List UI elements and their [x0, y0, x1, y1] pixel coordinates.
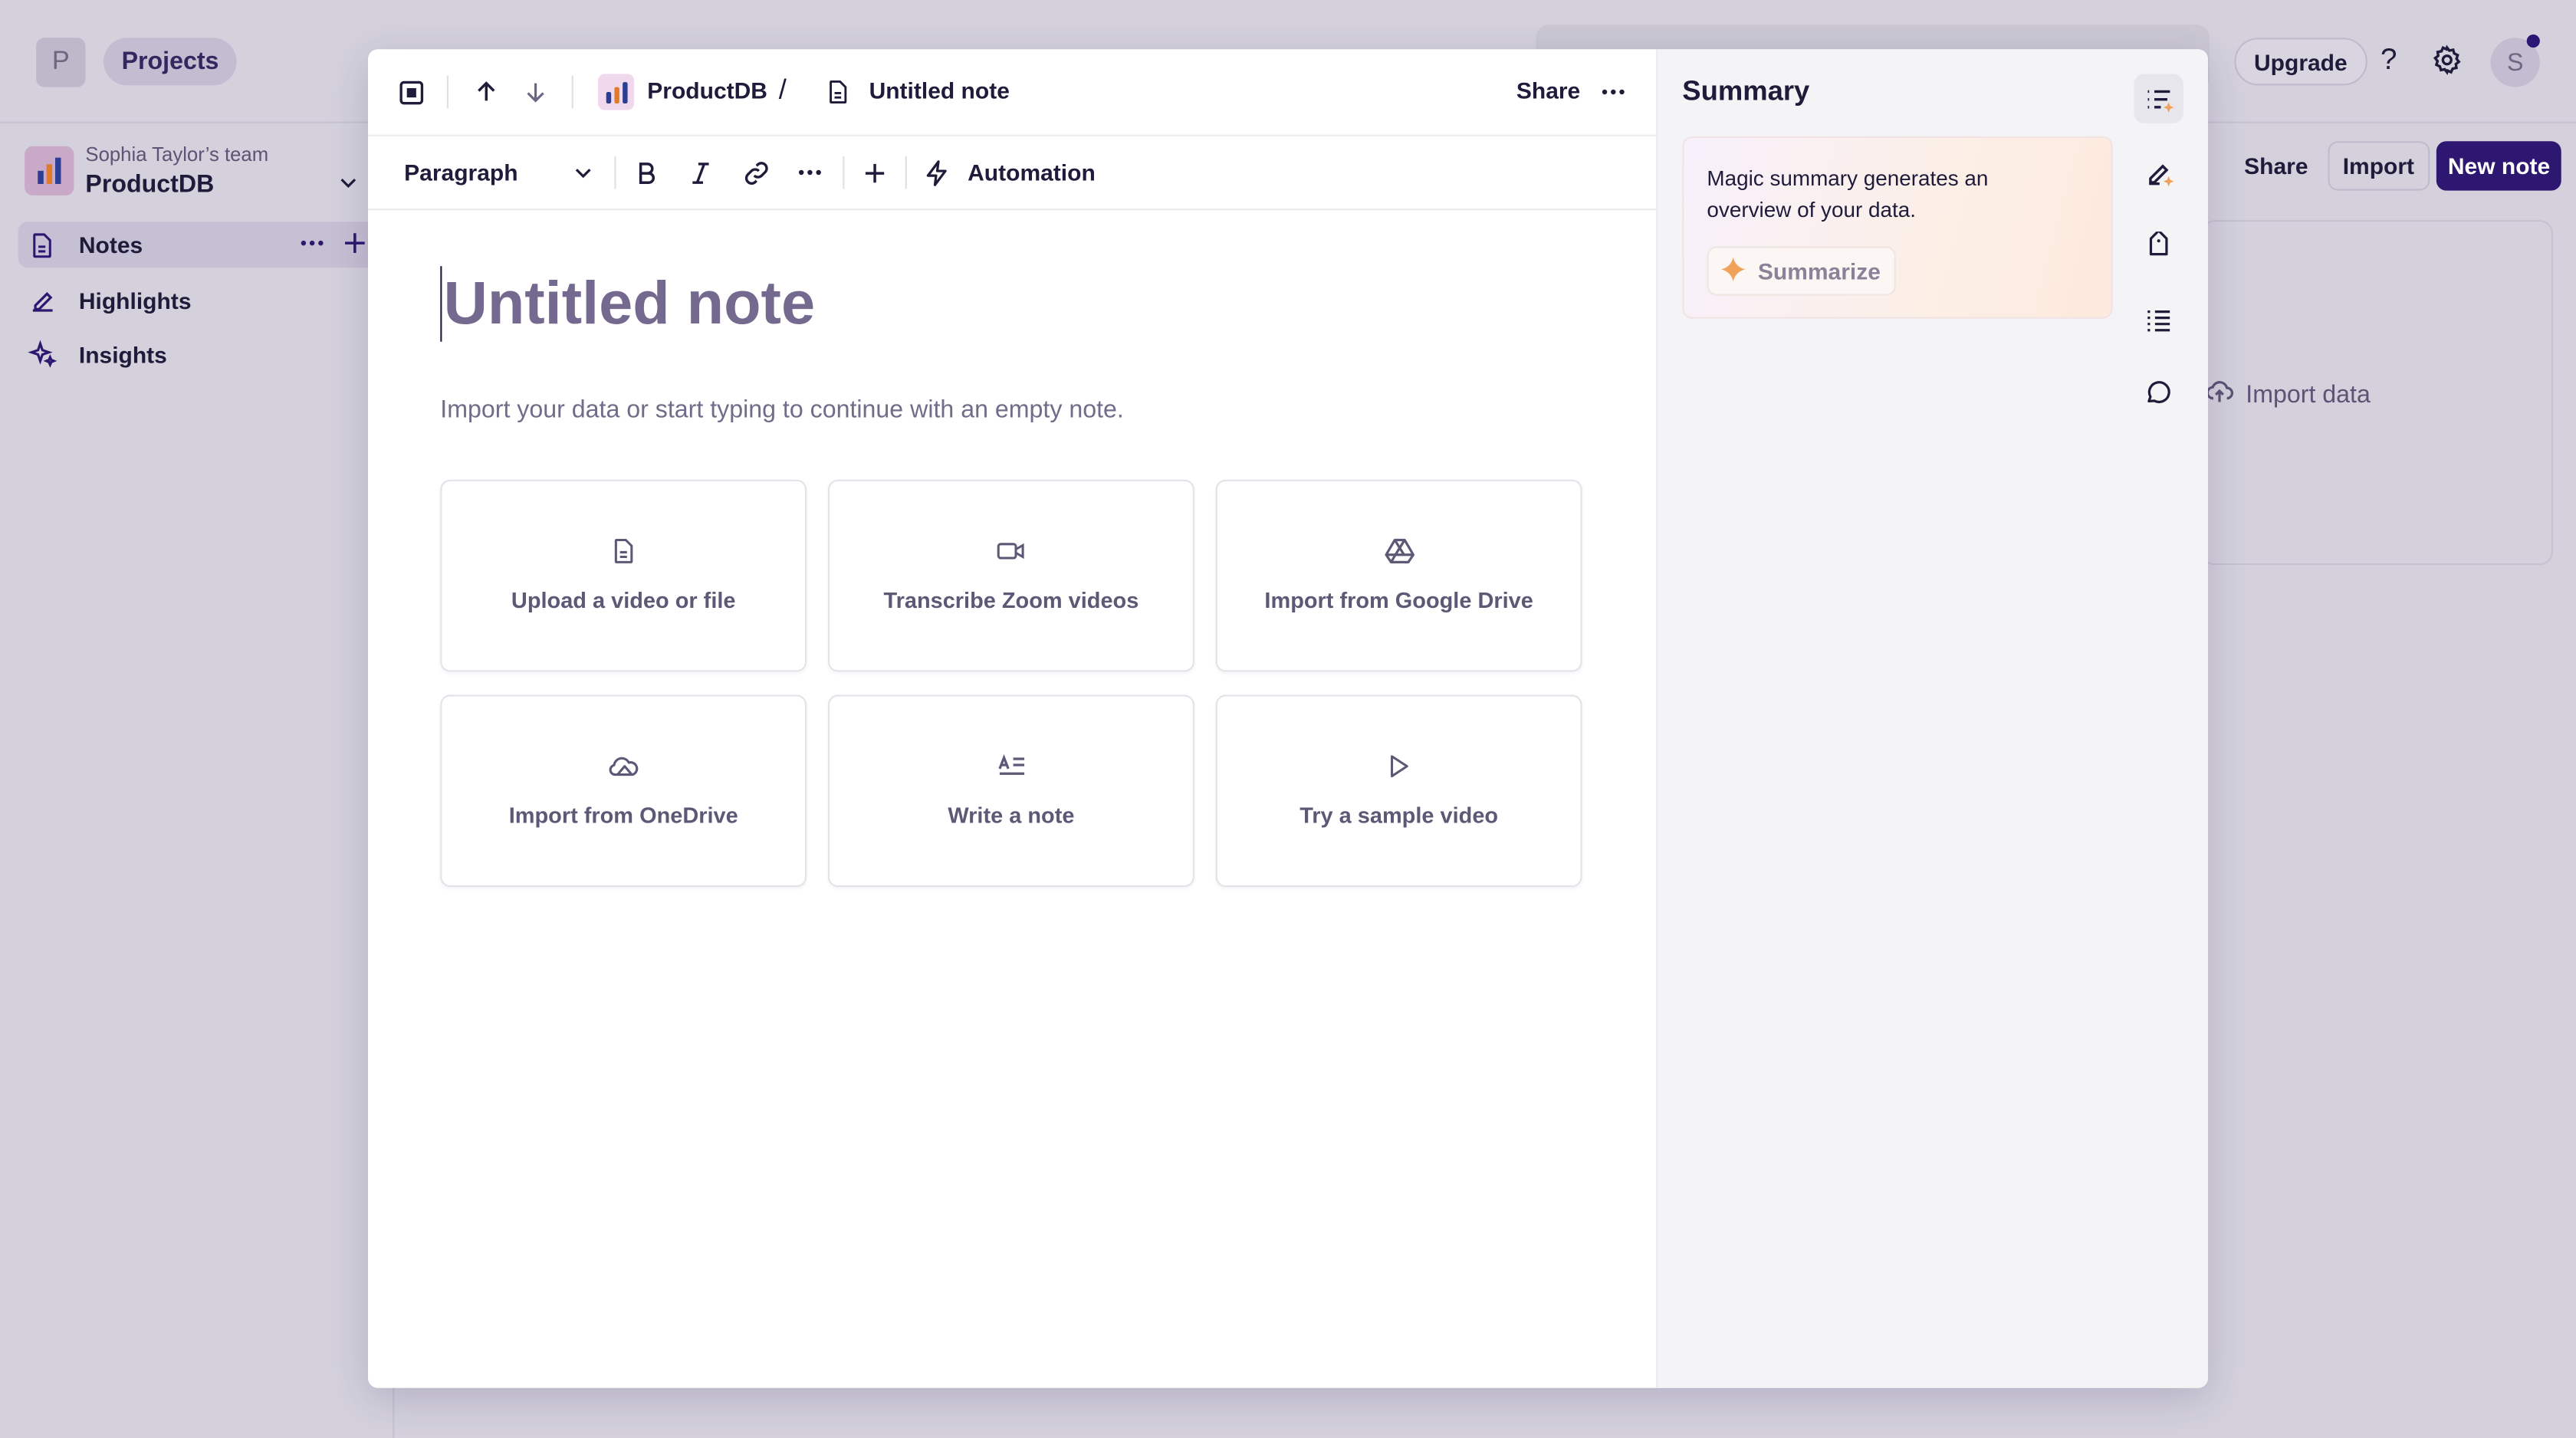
project-logo [25, 146, 74, 195]
magic-summary-card: Magic summary generates an overview of y… [1682, 136, 2113, 319]
option-google-drive[interactable]: Import from Google Drive [1215, 479, 1582, 672]
divider [843, 156, 845, 189]
divider [905, 156, 907, 189]
option-label: Transcribe Zoom videos [883, 588, 1139, 613]
option-label: Write a note [948, 803, 1075, 828]
highlighter-icon [28, 286, 71, 316]
video-camera-icon [830, 537, 1193, 565]
comment-icon[interactable] [2134, 368, 2183, 417]
file-icon [442, 537, 805, 565]
import-button[interactable]: Import [2328, 141, 2430, 191]
project-logo-icon [598, 74, 635, 110]
option-label: Upload a video or file [511, 588, 736, 613]
sidebar-item-notes[interactable]: Notes [18, 222, 395, 268]
option-zoom[interactable]: Transcribe Zoom videos [828, 479, 1194, 672]
note-editor: ProductDB / Untitled note Share Paragrap… [368, 49, 1656, 1387]
arrow-down-icon[interactable] [519, 76, 552, 109]
text-format-icon [830, 752, 1193, 780]
arrow-up-icon[interactable] [470, 76, 503, 109]
help-icon[interactable]: ? [2380, 43, 2397, 77]
summary-list-icon[interactable] [2134, 74, 2183, 123]
import-data-label: Import data [2246, 380, 2371, 409]
breadcrumb-project[interactable]: ProductDB [647, 77, 767, 103]
summary-description: Magic summary generates an overview of y… [1707, 166, 1989, 222]
lightning-icon[interactable] [920, 156, 953, 189]
summary-title: Summary [1682, 75, 1810, 107]
sidebar-item-label: Highlights [78, 287, 192, 314]
sparkle-icon [28, 340, 71, 370]
option-onedrive[interactable]: Import from OneDrive [440, 694, 807, 888]
sidebar-item-label: Insights [78, 341, 167, 368]
chevron-down-icon[interactable] [337, 171, 360, 202]
workspace-avatar[interactable]: P [36, 38, 86, 87]
note-title-input[interactable]: Untitled note [440, 266, 815, 342]
onedrive-icon [442, 752, 805, 780]
option-write-note[interactable]: Write a note [828, 694, 1194, 888]
option-upload-file[interactable]: Upload a video or file [440, 479, 807, 672]
italic-icon[interactable] [683, 156, 716, 189]
new-note-button[interactable]: New note [2436, 141, 2562, 191]
more-formatting-icon[interactable] [794, 156, 826, 189]
breadcrumb-note[interactable]: Untitled note [869, 77, 1010, 103]
divider [571, 75, 573, 109]
note-icon [28, 231, 71, 258]
magic-highlight-icon[interactable] [2134, 148, 2183, 197]
insert-plus-icon[interactable] [858, 156, 891, 189]
team-name: Sophia Taylor’s team [85, 143, 269, 166]
bold-icon[interactable] [629, 156, 662, 189]
note-icon [823, 77, 853, 107]
link-icon[interactable] [739, 156, 772, 189]
block-type-select[interactable]: Paragraph [404, 159, 518, 185]
tag-icon[interactable] [2134, 222, 2183, 271]
note-modal: ProductDB / Untitled note Share Paragrap… [368, 49, 2208, 1388]
sidebar-item-label: Notes [78, 231, 143, 258]
divider [614, 156, 616, 189]
settings-gear-icon[interactable] [2431, 44, 2463, 84]
summarize-label: Summarize [1757, 258, 1881, 284]
breadcrumb-separator: / [778, 74, 787, 106]
sparkle-icon [1718, 254, 1748, 288]
share-button[interactable]: Share [1516, 77, 1580, 103]
table-of-contents-icon[interactable] [2134, 296, 2183, 345]
summarize-button[interactable]: Summarize [1707, 246, 1896, 296]
divider [446, 75, 449, 109]
option-label: Import from OneDrive [508, 803, 738, 828]
option-label: Import from Google Drive [1264, 588, 1533, 613]
notification-dot [2526, 34, 2540, 48]
automation-button[interactable]: Automation [968, 159, 1096, 185]
more-options-icon[interactable] [1597, 76, 1630, 109]
summary-panel: Summary Magic summary generates an overv… [1656, 49, 2208, 1388]
sidebar-item-highlights[interactable]: Highlights [18, 277, 395, 323]
google-drive-icon [1217, 537, 1581, 565]
option-label: Try a sample video [1300, 803, 1499, 828]
modal-header [368, 49, 1656, 136]
option-sample-video[interactable]: Try a sample video [1215, 694, 1582, 888]
note-hint: Import your data or start typing to cont… [440, 396, 1124, 424]
projects-button[interactable]: Projects [104, 38, 238, 86]
sidebar-item-insights[interactable]: Insights [18, 332, 395, 378]
sidebar-toggle-icon[interactable] [394, 76, 427, 109]
project-name[interactable]: ProductDB [85, 171, 214, 199]
play-icon [1217, 752, 1581, 780]
share-button[interactable]: Share [2244, 153, 2308, 179]
upgrade-button[interactable]: Upgrade [2234, 38, 2367, 86]
chevron-down-icon[interactable] [568, 158, 598, 188]
import-data-link[interactable]: Import data [2205, 376, 2371, 412]
cloud-upload-icon [2205, 376, 2235, 412]
add-icon[interactable] [340, 228, 370, 263]
more-icon[interactable] [297, 228, 327, 263]
